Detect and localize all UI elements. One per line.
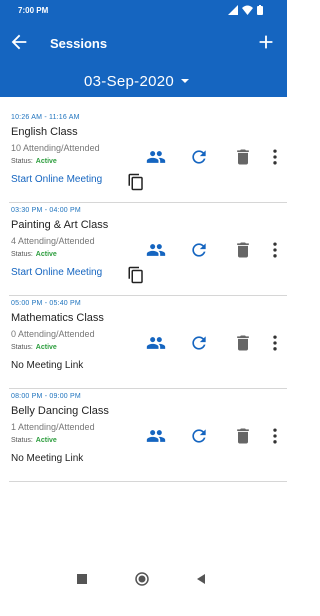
status-value: Active [35,344,57,351]
status-value: Active [35,251,57,258]
status-value: Active [35,158,57,165]
session-time: 03:30 PM - 04:00 PM [11,207,81,214]
trash-icon[interactable] [233,147,253,167]
people-icon[interactable] [146,333,166,353]
signal-icon [228,5,238,15]
status-label: Status: [11,344,33,351]
status-label: Status: [11,251,33,258]
status-bar: 7:00 PM [0,0,287,22]
trash-icon[interactable] [233,426,253,446]
session-card[interactable]: 10:26 AM - 11:16 AM English Class 10 Att… [9,110,287,203]
session-attendance: 10 Attending/Attended [11,143,100,153]
session-card[interactable]: 08:00 PM - 09:00 PM Belly Dancing Class … [9,389,287,482]
more-vert-icon[interactable] [265,426,285,446]
status-label: Status: [11,437,33,444]
session-name: Mathematics Class [11,312,104,324]
session-card[interactable]: 05:00 PM - 05:40 PM Mathematics Class 0 … [9,296,287,389]
refresh-icon[interactable] [189,333,209,353]
session-name: Painting & Art Class [11,219,109,231]
arrow-back-icon[interactable] [8,31,30,53]
status-value: Active [35,437,57,444]
wifi-icon [242,5,253,15]
session-list: 10:26 AM - 11:16 AM English Class 10 Att… [9,110,287,482]
refresh-icon[interactable] [189,240,209,260]
session-name: English Class [11,126,78,138]
session-time: 05:00 PM - 05:40 PM [11,300,81,307]
no-meeting-link: No Meeting Link [11,360,84,371]
app-bar: Sessions 03-Sep-2020 [0,22,287,97]
copy-icon[interactable] [127,266,145,284]
status-label: Status: [11,158,33,165]
page-title: Sessions [50,36,108,51]
caret-down-icon [181,79,190,83]
more-vert-icon[interactable] [265,147,285,167]
start-meeting-link[interactable]: Start Online Meeting [11,174,102,185]
refresh-icon[interactable] [189,426,209,446]
people-icon[interactable] [146,426,166,446]
trash-icon[interactable] [233,333,253,353]
back-nav-icon[interactable] [195,573,207,585]
plus-icon[interactable] [255,31,277,53]
start-meeting-link[interactable]: Start Online Meeting [11,267,102,278]
home-icon[interactable] [135,572,149,586]
refresh-icon[interactable] [189,147,209,167]
recents-icon[interactable] [77,574,87,584]
status-time: 7:00 PM [18,6,49,15]
copy-icon[interactable] [127,173,145,191]
date-selector[interactable]: 03-Sep-2020 [84,70,224,92]
system-nav-bar [0,560,287,600]
session-status: Status: Active [11,251,57,258]
session-attendance: 0 Attending/Attended [11,329,95,339]
session-attendance: 1 Attending/Attended [11,422,95,432]
session-status: Status: Active [11,437,57,444]
date-label: 03-Sep-2020 [84,72,175,90]
session-status: Status: Active [11,344,57,351]
session-time: 10:26 AM - 11:16 AM [11,114,80,121]
session-card[interactable]: 03:30 PM - 04:00 PM Painting & Art Class… [9,203,287,296]
no-meeting-link: No Meeting Link [11,453,84,464]
session-status: Status: Active [11,158,57,165]
more-vert-icon[interactable] [265,333,285,353]
session-attendance: 4 Attending/Attended [11,236,95,246]
people-icon[interactable] [146,240,166,260]
more-vert-icon[interactable] [265,240,285,260]
battery-icon [257,5,263,15]
session-time: 08:00 PM - 09:00 PM [11,393,81,400]
people-icon[interactable] [146,147,166,167]
status-icons [228,5,263,15]
trash-icon[interactable] [233,240,253,260]
session-name: Belly Dancing Class [11,405,109,417]
